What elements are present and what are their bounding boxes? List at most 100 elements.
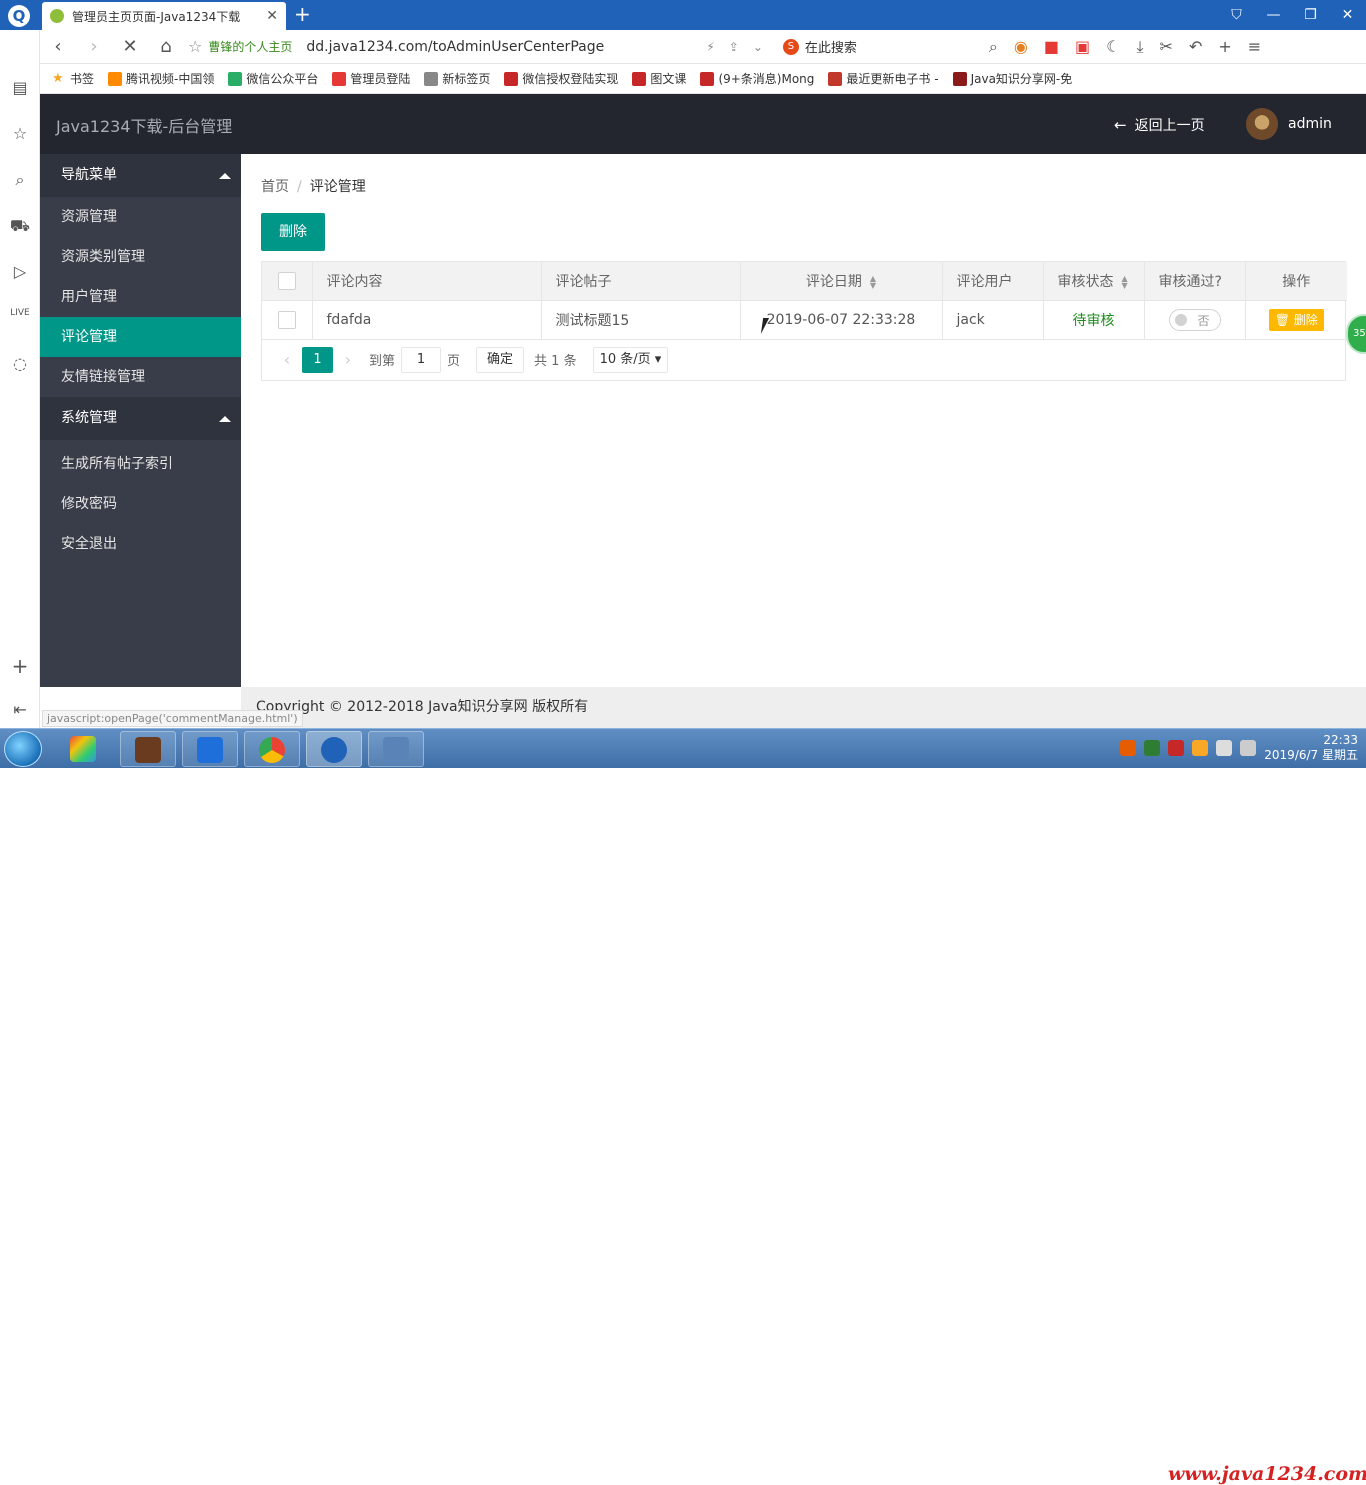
forward-nav-icon[interactable]: › — [76, 36, 112, 57]
row-checkbox[interactable] — [277, 310, 296, 329]
share-icon[interactable]: ⇪ — [729, 40, 739, 54]
batch-delete-button[interactable]: 删除 — [261, 213, 325, 251]
sidebar-item[interactable]: 用户管理 — [40, 277, 241, 317]
search-engine-icon[interactable]: S — [782, 38, 799, 55]
sidebar-group-nav[interactable]: 导航菜单 — [40, 154, 241, 197]
home-page-link[interactable]: 曹锋的个人主页 — [208, 38, 292, 55]
search-icon[interactable]: ⌕ — [0, 170, 40, 190]
page-unit-label: 页 — [447, 354, 461, 369]
breadcrumb-home[interactable]: 首页 — [261, 179, 289, 195]
sidebar-item[interactable]: 资源管理 — [40, 197, 241, 237]
taskbar-app-chrome[interactable] — [244, 731, 300, 767]
minimize-icon[interactable]: — — [1255, 0, 1292, 30]
back-label: 返回上一页 — [1134, 118, 1205, 134]
bookmark-item[interactable]: 图文课 — [632, 70, 686, 87]
stop-loading-icon[interactable]: ✕ — [112, 36, 148, 57]
new-tab-icon[interactable]: + — [294, 3, 311, 25]
download-icon[interactable]: ⤓ — [1136, 37, 1143, 57]
news-icon[interactable]: ▤ — [0, 78, 40, 97]
taskbar-app-mysql[interactable] — [368, 731, 424, 767]
cut-tool-icon[interactable]: ✂ — [1160, 37, 1173, 56]
browser-tab[interactable]: 管理员主页页面-Java1234下载 ✕ — [42, 2, 286, 30]
add-icon[interactable]: + — [0, 654, 40, 678]
bookmark-item[interactable]: 腾讯视频-中国领 — [108, 70, 214, 87]
device-icon[interactable] — [1216, 740, 1233, 756]
start-button[interactable] — [4, 731, 42, 767]
sidebar-group-label: 系统管理 — [61, 410, 117, 426]
bookmark-item[interactable]: ★ 书签 — [52, 70, 94, 87]
back-nav-icon[interactable]: ‹ — [40, 36, 76, 57]
taskbar-app-java-ide[interactable] — [120, 731, 176, 767]
sidebar-group-system[interactable]: 系统管理 — [40, 397, 241, 440]
video-icon[interactable]: ▷ — [0, 262, 40, 281]
next-page-icon[interactable]: › — [333, 350, 363, 369]
url-input[interactable]: dd.java1234.com/toAdminUserCenterPage — [306, 39, 666, 55]
row-delete-label: 删除 — [1293, 312, 1318, 327]
sidebar-item[interactable]: 资源类别管理 — [40, 237, 241, 277]
chat-icon[interactable]: ◌ — [0, 354, 40, 373]
game-icon[interactable]: ◉ — [1014, 37, 1028, 56]
col-header-date[interactable]: 评论日期 ▲ ▼ — [740, 262, 943, 301]
col-header-status[interactable]: 审核状态 ▲ ▼ — [1043, 262, 1145, 301]
taskbar-app-browser[interactable] — [306, 731, 362, 767]
select-all-checkbox[interactable] — [277, 271, 296, 290]
bookmark-item[interactable]: 管理员登陆 — [332, 70, 410, 87]
browser-toolbar: ⌕ ◉ ■ ▣ ☾ ⤓ ✂ ↶ + ≡ — [989, 37, 1261, 57]
prev-page-icon[interactable]: ‹ — [272, 350, 302, 369]
restore-icon[interactable]: ❐ — [1292, 0, 1329, 30]
security-icon[interactable] — [1168, 740, 1185, 756]
current-page[interactable]: 1 — [302, 346, 333, 373]
sort-icon[interactable]: ▲ ▼ — [1122, 274, 1128, 289]
menu-icon[interactable]: ≡ — [1248, 37, 1261, 56]
close-window-icon[interactable]: ✕ — [1329, 0, 1366, 30]
search-box[interactable]: S 在此搜索 — [782, 37, 963, 56]
bookmark-item[interactable]: 最近更新电子书 - — [828, 70, 939, 87]
goto-confirm-button[interactable]: 确定 — [476, 346, 525, 373]
row-delete-button[interactable]: 🗑 删除 — [1268, 308, 1324, 331]
sidebar-item[interactable]: 评论管理 — [40, 317, 241, 357]
app-icon[interactable]: ▣ — [1075, 37, 1090, 56]
night-mode-icon[interactable]: ☾ — [1106, 37, 1120, 56]
sort-icon[interactable]: ▲ ▼ — [870, 274, 876, 289]
clock[interactable]: 22:33 2019/6/7 星期五 — [1264, 733, 1358, 763]
bookmark-item[interactable]: 微信授权登陆实现 — [504, 70, 618, 87]
favorite-star-icon[interactable]: ☆ — [188, 37, 202, 56]
update-icon[interactable] — [1192, 740, 1209, 756]
search-icon[interactable]: ⌕ — [989, 37, 998, 57]
col-header-date-label: 评论日期 — [805, 273, 862, 290]
chevron-down-icon[interactable]: ⌄ — [753, 40, 763, 54]
sidebar-item[interactable]: 修改密码 — [40, 484, 241, 524]
approve-toggle[interactable]: 否 — [1168, 308, 1221, 331]
taskbar-app-pinned[interactable] — [56, 731, 112, 767]
sidebar-item[interactable]: 生成所有帖子索引 — [40, 444, 241, 484]
lightning-icon[interactable]: ⚡ — [706, 40, 714, 54]
bookmark-label: 新标签页 — [442, 72, 491, 86]
browser-logo-icon[interactable]: Q — [8, 5, 30, 27]
page-size-select[interactable]: 10 条/页 ▾ — [592, 346, 669, 373]
taskbar-app-wps[interactable] — [182, 731, 238, 767]
network-icon[interactable] — [1240, 740, 1257, 756]
ime-icon[interactable] — [1120, 740, 1137, 756]
bookmark-item[interactable]: 新标签页 — [424, 70, 490, 87]
extension-icon[interactable]: ■ — [1044, 37, 1059, 56]
user-menu[interactable]: admin — [1246, 108, 1332, 140]
brand-title[interactable]: Java1234下载-后台管理 — [56, 113, 232, 137]
star-icon[interactable]: ☆ — [0, 124, 40, 143]
breadcrumb-separator: / — [297, 179, 302, 195]
bookmark-item[interactable]: (9+条消息)Mong — [700, 70, 814, 87]
bookmark-item[interactable]: Java知识分享网-免 — [952, 70, 1072, 87]
shirt-skin-icon[interactable]: ⛉ — [1218, 0, 1255, 30]
goto-page-input[interactable]: 1 — [401, 346, 442, 373]
undo-icon[interactable]: ↶ — [1189, 37, 1202, 56]
bookmark-item[interactable]: 微信公众平台 — [228, 70, 318, 87]
sidebar-item[interactable]: 安全退出 — [40, 524, 241, 564]
collapse-icon[interactable]: ⇤ — [0, 700, 40, 719]
back-link[interactable]: ← 返回上一页 — [1114, 115, 1205, 135]
cart-icon[interactable]: ⛟ — [0, 216, 40, 237]
shield-icon[interactable] — [1144, 740, 1161, 756]
sidebar-item[interactable]: 友情链接管理 — [40, 357, 241, 397]
live-icon[interactable]: LIVE — [0, 308, 40, 318]
home-icon[interactable]: ⌂ — [148, 36, 184, 57]
tab-close-icon[interactable]: ✕ — [266, 8, 278, 24]
add-icon[interactable]: + — [1218, 37, 1231, 56]
